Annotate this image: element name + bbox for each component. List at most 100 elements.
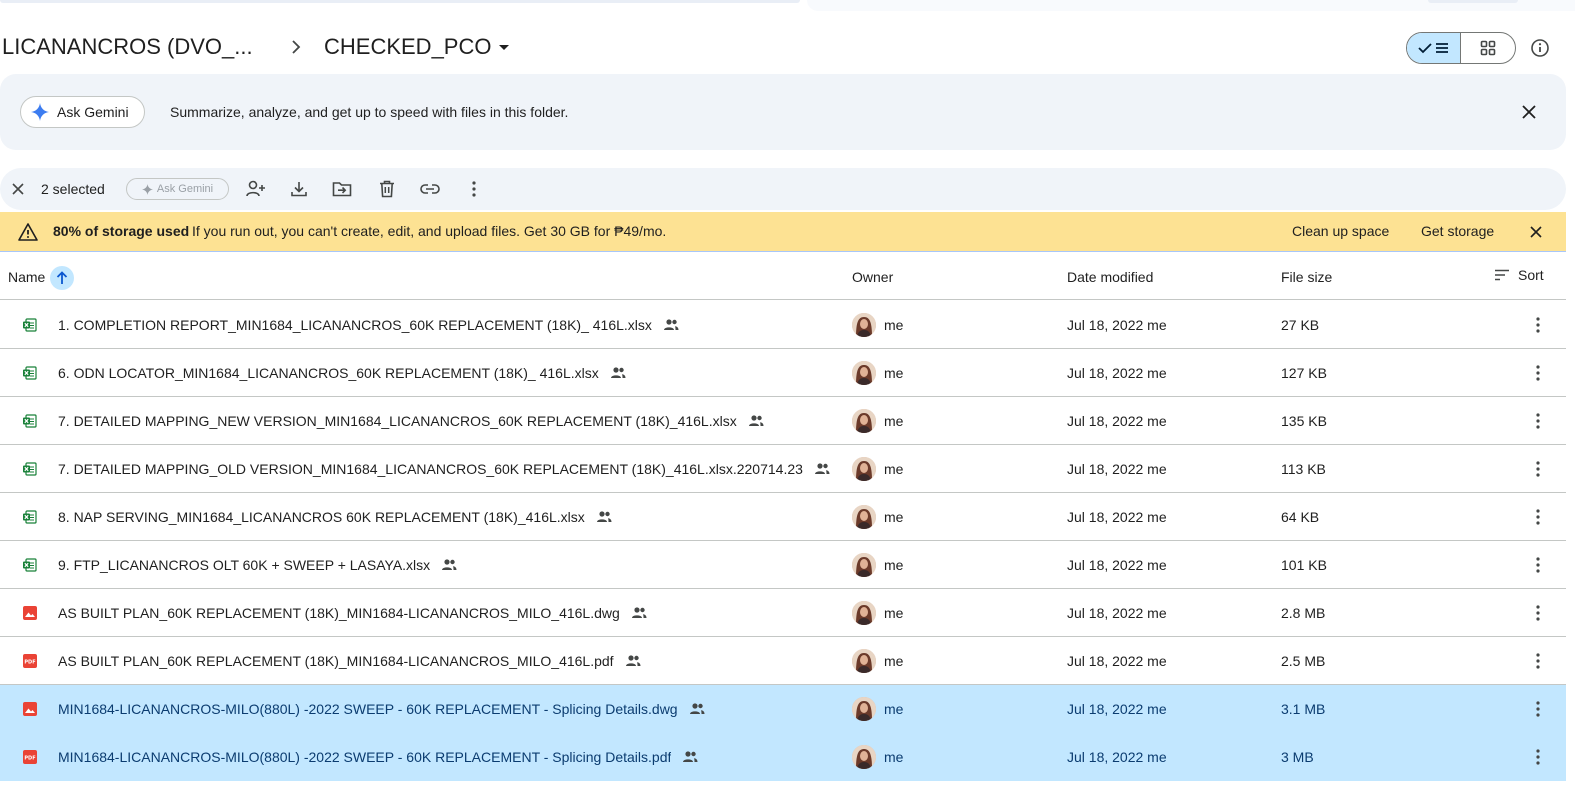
- file-name[interactable]: 7. DETAILED MAPPING_OLD VERSION_MIN1684_…: [58, 461, 803, 477]
- avatar: [852, 409, 876, 433]
- more-vert-icon[interactable]: [1528, 363, 1548, 383]
- file-name[interactable]: 1. COMPLETION REPORT_MIN1684_LICANANCROS…: [58, 317, 652, 333]
- file-name[interactable]: 8. NAP SERVING_MIN1684_LICANANCROS 60K R…: [58, 509, 585, 525]
- avatar: [852, 313, 876, 337]
- folder-header: LICANANCROS (DVO_... CHECKED_PCO: [0, 24, 1575, 72]
- file-row[interactable]: AS BUILT PLAN_60K REPLACEMENT (18K)_MIN1…: [0, 589, 1566, 637]
- shared-people-icon: [813, 460, 831, 478]
- file-row[interactable]: PDF AS BUILT PLAN_60K REPLACEMENT (18K)_M…: [0, 637, 1566, 685]
- file-name[interactable]: 6. ODN LOCATOR_MIN1684_LICANANCROS_60K R…: [58, 365, 599, 381]
- file-name[interactable]: MIN1684-LICANANCROS-MILO(880L) -2022 SWE…: [58, 749, 671, 765]
- file-size: 2.5 MB: [1281, 653, 1326, 669]
- sort-ascending-icon[interactable]: [50, 266, 74, 290]
- list-icon: [1436, 43, 1448, 53]
- file-size: 3 MB: [1281, 749, 1314, 765]
- breadcrumb-current-folder[interactable]: CHECKED_PCO: [316, 30, 517, 64]
- svg-text:PDF: PDF: [24, 755, 35, 761]
- file-name[interactable]: MIN1684-LICANANCROS-MILO(880L) -2022 SWE…: [58, 701, 678, 717]
- avatar: [852, 601, 876, 625]
- list-view-button[interactable]: [1407, 33, 1462, 63]
- file-name[interactable]: 7. DETAILED MAPPING_NEW VERSION_MIN1684_…: [58, 413, 737, 429]
- shared-people-icon: [624, 652, 642, 670]
- file-date-modified: Jul 18, 2022 me: [1067, 653, 1167, 669]
- sort-lines-icon: [1495, 269, 1509, 281]
- file-owner: me: [884, 749, 904, 765]
- more-vert-icon[interactable]: [1528, 507, 1548, 527]
- more-vert-icon[interactable]: [1528, 315, 1548, 335]
- file-date-modified: Jul 18, 2022 me: [1067, 317, 1167, 333]
- move-to-folder-icon[interactable]: [331, 178, 353, 200]
- file-owner: me: [884, 701, 904, 717]
- clean-up-space-link[interactable]: Clean up space: [1292, 223, 1389, 239]
- column-header-file-size[interactable]: File size: [1281, 269, 1332, 285]
- column-header-name[interactable]: Name: [8, 269, 45, 285]
- file-name[interactable]: AS BUILT PLAN_60K REPLACEMENT (18K)_MIN1…: [58, 605, 620, 621]
- more-vert-icon[interactable]: [1528, 459, 1548, 479]
- more-vert-icon[interactable]: [463, 178, 485, 200]
- ask-gemini-small-button[interactable]: Ask Gemini: [126, 178, 229, 200]
- download-icon[interactable]: [288, 178, 310, 200]
- file-date-modified: Jul 18, 2022 me: [1067, 509, 1167, 525]
- column-header-owner[interactable]: Owner: [852, 269, 893, 285]
- chevron-right-icon: [288, 36, 304, 58]
- copy-link-icon[interactable]: [419, 178, 441, 200]
- more-vert-icon[interactable]: [1528, 651, 1548, 671]
- warning-icon: [18, 223, 38, 241]
- gemini-sparkle-icon: [31, 103, 49, 121]
- storage-warning-message: If you run out, you can't create, edit, …: [192, 223, 667, 239]
- avatar: [852, 361, 876, 385]
- file-owner: me: [884, 413, 904, 429]
- ask-gemini-button[interactable]: Ask Gemini: [20, 96, 145, 128]
- file-date-modified: Jul 18, 2022 me: [1067, 701, 1167, 717]
- excel-file-icon: [22, 557, 38, 573]
- clear-selection-icon[interactable]: [8, 179, 28, 199]
- shared-people-icon: [681, 748, 699, 766]
- selection-toolbar: 2 selected Ask Gemini: [0, 168, 1566, 210]
- file-row[interactable]: 7. DETAILED MAPPING_NEW VERSION_MIN1684_…: [0, 397, 1566, 445]
- file-row[interactable]: PDF MIN1684-LICANANCROS-MILO(880L) -2022 …: [0, 733, 1566, 781]
- avatar: [852, 505, 876, 529]
- more-vert-icon[interactable]: [1528, 411, 1548, 431]
- close-icon[interactable]: [1526, 222, 1546, 242]
- sort-label: Sort: [1518, 267, 1544, 283]
- file-row[interactable]: 8. NAP SERVING_MIN1684_LICANANCROS 60K R…: [0, 493, 1566, 541]
- excel-file-icon: [22, 509, 38, 525]
- gemini-banner: Ask Gemini Summarize, analyze, and get u…: [0, 74, 1566, 150]
- sort-button[interactable]: Sort: [1494, 267, 1544, 283]
- file-row[interactable]: MIN1684-LICANANCROS-MILO(880L) -2022 SWE…: [0, 685, 1566, 733]
- more-vert-icon[interactable]: [1528, 555, 1548, 575]
- file-date-modified: Jul 18, 2022 me: [1067, 605, 1167, 621]
- pdf-file-icon: PDF: [22, 749, 38, 765]
- storage-warning-banner: 80% of storage used If you run out, you …: [0, 212, 1566, 252]
- file-row[interactable]: 1. COMPLETION REPORT_MIN1684_LICANANCROS…: [0, 301, 1566, 349]
- file-size: 2.8 MB: [1281, 605, 1326, 621]
- file-date-modified: Jul 18, 2022 me: [1067, 365, 1167, 381]
- more-vert-icon[interactable]: [1528, 699, 1548, 719]
- more-vert-icon[interactable]: [1528, 747, 1548, 767]
- avatar: [852, 553, 876, 577]
- excel-file-icon: [22, 413, 38, 429]
- column-header-date-modified[interactable]: Date modified: [1067, 269, 1153, 285]
- file-size: 127 KB: [1281, 365, 1327, 381]
- file-row[interactable]: 6. ODN LOCATOR_MIN1684_LICANANCROS_60K R…: [0, 349, 1566, 397]
- file-owner: me: [884, 317, 904, 333]
- info-icon[interactable]: [1528, 36, 1552, 60]
- ask-gemini-label: Ask Gemini: [57, 104, 129, 120]
- more-vert-icon[interactable]: [1528, 603, 1548, 623]
- file-row[interactable]: 7. DETAILED MAPPING_OLD VERSION_MIN1684_…: [0, 445, 1566, 493]
- avatar: [852, 745, 876, 769]
- file-name[interactable]: 9. FTP_LICANANCROS OLT 60K + SWEEP + LAS…: [58, 557, 430, 573]
- trash-icon[interactable]: [376, 178, 398, 200]
- breadcrumb-parent[interactable]: LICANANCROS (DVO_...: [2, 34, 253, 60]
- share-person-add-icon[interactable]: [245, 178, 267, 200]
- file-name[interactable]: AS BUILT PLAN_60K REPLACEMENT (18K)_MIN1…: [58, 653, 614, 669]
- grid-view-button[interactable]: [1461, 33, 1515, 63]
- file-size: 101 KB: [1281, 557, 1327, 573]
- file-row[interactable]: 9. FTP_LICANANCROS OLT 60K + SWEEP + LAS…: [0, 541, 1566, 589]
- view-toggle: [1406, 32, 1516, 64]
- excel-file-icon: [22, 365, 38, 381]
- close-icon[interactable]: [1519, 102, 1539, 122]
- shared-people-icon: [747, 412, 765, 430]
- caret-down-icon: [499, 44, 510, 50]
- get-storage-link[interactable]: Get storage: [1421, 223, 1494, 239]
